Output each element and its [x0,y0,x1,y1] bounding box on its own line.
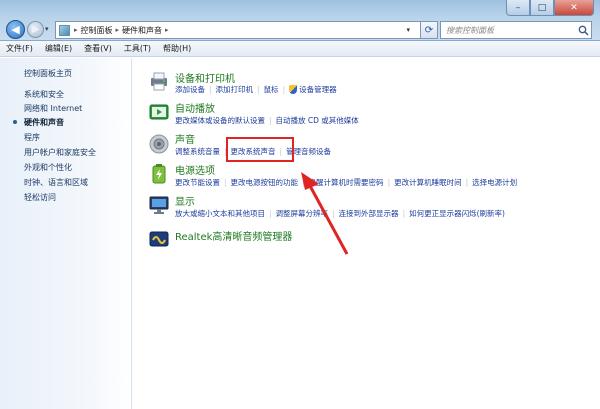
link-power-button-function[interactable]: 更改电源按钮的功能 [231,177,299,188]
link-adjust-volume[interactable]: 调整系统音量 [175,146,220,157]
link-text-size[interactable]: 放大或缩小文本和其他项目 [175,208,265,219]
minimize-button[interactable]: – [506,0,530,16]
sidebar-item-clock-language-region[interactable]: 时钟、语言和区域 [24,177,88,188]
display-icon[interactable] [148,194,170,216]
maximize-button[interactable]: □ [530,0,554,16]
category-title-display[interactable]: 显示 [175,193,195,208]
link-change-media-defaults[interactable]: 更改媒体或设备的默认设置 [175,115,265,126]
link-separator: | [224,178,227,187]
realtek-icon[interactable] [148,228,170,250]
link-add-device[interactable]: 添加设备 [175,84,205,95]
sidebar: 控制面板主页 系统和安全 网络和 Internet 硬件和声音 程序 用户帐户和… [0,58,132,409]
sidebar-item-user-accounts[interactable]: 用户帐户和家庭安全 [24,147,96,158]
category-title-realtek[interactable]: Realtek高清晰音频管理器 [175,228,292,243]
menu-view[interactable]: 查看(V) [84,43,112,54]
annotation-highlight-box [226,137,294,162]
address-dropdown-icon[interactable]: ▾ [406,26,410,34]
menu-bar: 文件(F) 编辑(E) 查看(V) 工具(T) 帮助(H) [0,41,600,57]
sidebar-item-system-security[interactable]: 系统和安全 [24,89,64,100]
category-title-sound[interactable]: 声音 [175,131,195,146]
link-choose-power-plan[interactable]: 选择电源计划 [472,177,517,188]
category-links-autoplay: 更改媒体或设备的默认设置 | 自动播放 CD 或其他媒体 [175,115,359,126]
menu-file[interactable]: 文件(F) [6,43,33,54]
link-separator: | [465,178,469,187]
link-fix-flicker[interactable]: 如何更正显示器闪烁(刷新率) [409,208,505,219]
annotation-arrow-icon [301,172,349,255]
sidebar-item-network-internet[interactable]: 网络和 Internet [24,103,82,114]
breadcrumb-separator[interactable]: ▸ [74,26,78,34]
link-separator: | [269,116,272,125]
history-dropdown-icon[interactable]: ▾ [45,25,49,33]
autoplay-icon[interactable] [148,101,170,123]
link-mouse[interactable]: 鼠标 [264,84,279,95]
category-title-devices-printers[interactable]: 设备和打印机 [175,70,235,85]
title-bar: – □ ✕ ◀ ▶ ▾ ▸ 控制面板 ▸ 硬件和声音 ▸ ▾ ⟳ 搜索控制面板 [0,0,600,41]
menu-help[interactable]: 帮助(H) [163,43,191,54]
speaker-icon[interactable] [148,133,170,155]
breadcrumb-separator[interactable]: ▸ [165,26,169,34]
breadcrumb-control-panel[interactable]: 控制面板 [81,25,113,36]
link-change-power-saving[interactable]: 更改节能设置 [175,177,220,188]
link-device-manager[interactable]: 设备管理器 [299,84,337,95]
search-box[interactable]: 搜索控制面板 [440,21,592,39]
uac-shield-icon [289,85,298,94]
link-separator: | [269,209,272,218]
menu-edit[interactable]: 编辑(E) [45,43,72,54]
window-controls: – □ ✕ [506,0,594,16]
sidebar-item-programs[interactable]: 程序 [24,132,40,143]
link-change-sleep-time[interactable]: 更改计算机睡眠时间 [394,177,462,188]
category-title-autoplay[interactable]: 自动播放 [175,100,215,115]
link-separator: | [387,178,391,187]
link-separator: | [257,85,260,94]
sidebar-item-hardware-sound[interactable]: 硬件和声音 [24,117,64,128]
power-icon[interactable] [148,163,170,185]
category-title-power-options[interactable]: 电源选项 [175,162,215,177]
search-input[interactable]: 搜索控制面板 [446,25,575,36]
sidebar-item-control-panel-home[interactable]: 控制面板主页 [24,68,72,79]
address-bar[interactable]: ▸ 控制面板 ▸ 硬件和声音 ▸ ▾ [55,21,427,39]
printer-icon[interactable] [148,70,170,92]
sidebar-item-appearance[interactable]: 外观和个性化 [24,162,72,173]
category-links-devices-printers: 添加设备 | 添加打印机 | 鼠标 | 设备管理器 [175,84,337,95]
control-panel-icon [59,24,70,36]
link-separator: | [209,85,212,94]
breadcrumb-hardware-sound[interactable]: 硬件和声音 [122,25,162,36]
close-button[interactable]: ✕ [554,0,594,16]
refresh-button[interactable]: ⟳ [420,21,438,39]
link-add-printer[interactable]: 添加打印机 [216,84,254,95]
breadcrumb-separator[interactable]: ▸ [116,26,120,34]
search-icon[interactable] [575,22,591,38]
back-button[interactable]: ◀ [6,20,25,39]
link-autoplay-cd[interactable]: 自动播放 CD 或其他媒体 [276,115,359,126]
menu-tools[interactable]: 工具(T) [124,43,151,54]
forward-button[interactable]: ▶ [27,21,44,38]
link-separator: | [402,209,406,218]
sidebar-item-ease-of-access[interactable]: 轻松访问 [24,192,56,203]
link-separator: | [282,85,286,94]
active-bullet-icon [13,120,17,124]
